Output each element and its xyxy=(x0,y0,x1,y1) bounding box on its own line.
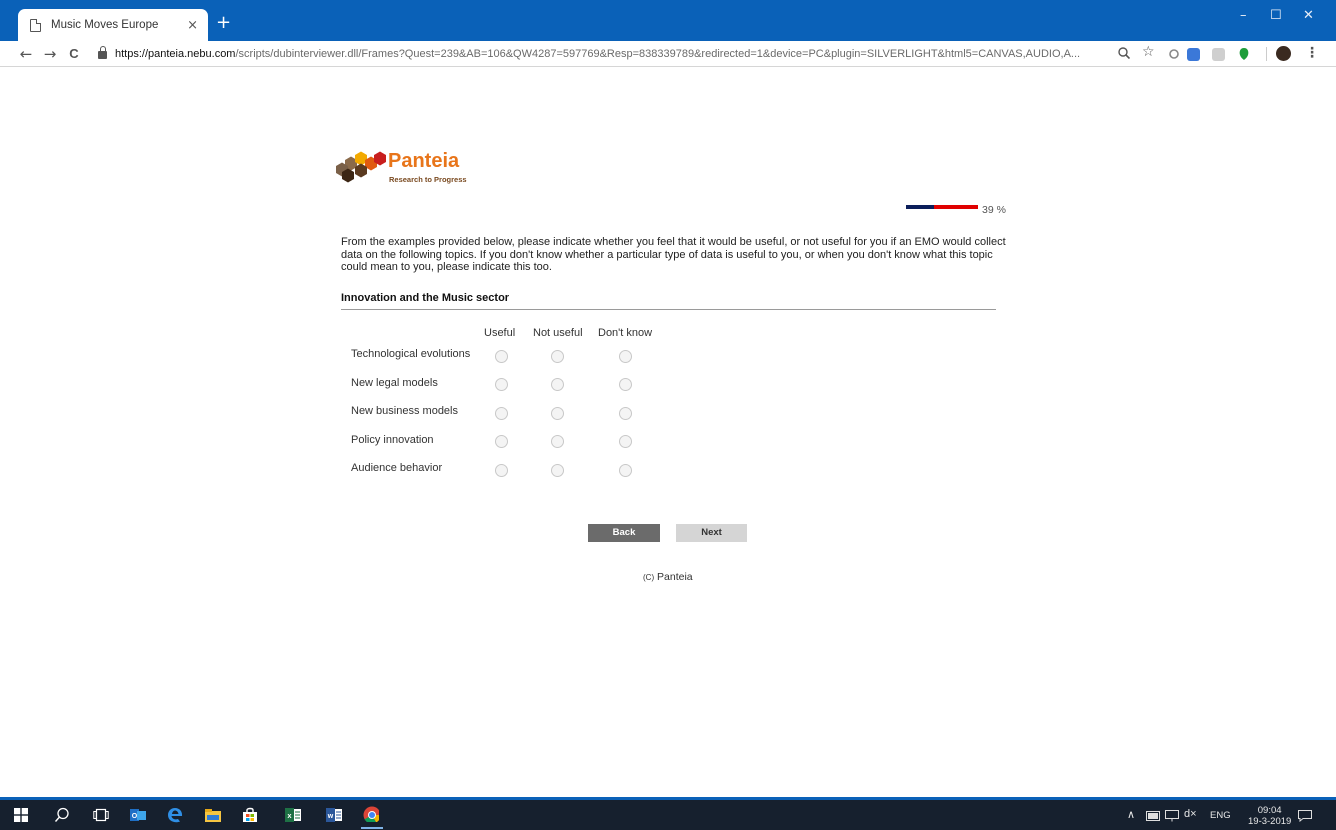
radio-policy-innovation-useful[interactable] xyxy=(495,435,508,448)
radio-audience-behavior-useful[interactable] xyxy=(495,464,508,477)
reload-icon[interactable]: C xyxy=(62,46,86,61)
clock-date: 19-3-2019 xyxy=(1248,816,1292,827)
windows-taskbar xyxy=(0,800,1336,830)
system-clock[interactable]: 09:04 19-3-2019 xyxy=(1248,805,1291,827)
back-button[interactable]: Back xyxy=(588,524,660,542)
tab-title: Music Moves Europe xyxy=(51,19,159,31)
excel-icon[interactable]: x xyxy=(285,807,301,823)
toolbar-separator xyxy=(1266,47,1267,61)
svg-text:w: w xyxy=(327,813,334,820)
row-label-policy-innovation: Policy innovation xyxy=(351,434,434,446)
browser-tab[interactable]: Music Moves Europe × xyxy=(18,9,208,41)
forward-nav-icon[interactable]: → xyxy=(38,45,62,63)
section-title: Innovation and the Music sector xyxy=(341,292,510,304)
url-path: /scripts/dubinterviewer.dll/Frames?Quest… xyxy=(235,47,1081,60)
evernote-icon[interactable] xyxy=(1238,47,1250,61)
new-tab-button[interactable]: + xyxy=(216,14,231,32)
radio-audience-behavior-dont-know[interactable] xyxy=(619,464,632,477)
copyright-footer: (C) Panteia xyxy=(643,571,693,583)
zoom-icon[interactable] xyxy=(1118,47,1130,59)
translate-icon[interactable] xyxy=(1187,48,1200,61)
radio-policy-innovation-dont-know[interactable] xyxy=(619,435,632,448)
radio-new-business-models-not-useful[interactable] xyxy=(551,407,564,420)
radio-technological-evolutions-useful[interactable] xyxy=(495,350,508,363)
row-label-technological-evolutions: Technological evolutions xyxy=(351,348,471,360)
radio-technological-evolutions-not-useful[interactable] xyxy=(551,350,564,363)
radio-new-business-models-dont-know[interactable] xyxy=(619,407,632,420)
page-viewport xyxy=(0,67,1336,798)
radio-new-business-models-useful[interactable] xyxy=(495,407,508,420)
avatar[interactable] xyxy=(1276,46,1291,61)
star-icon[interactable]: ☆ xyxy=(1142,44,1155,60)
lock-icon xyxy=(98,46,107,59)
progress-fill xyxy=(906,205,935,209)
browser-toolbar: ← → C https://panteia.nebu.com/scripts/d… xyxy=(0,41,1336,67)
volume-muted-icon[interactable]: d× xyxy=(1184,808,1197,820)
radio-technological-evolutions-dont-know[interactable] xyxy=(619,350,632,363)
radio-new-legal-models-not-useful[interactable] xyxy=(551,378,564,391)
back-nav-icon[interactable]: ← xyxy=(14,45,38,63)
progress-bar xyxy=(906,205,978,209)
network-icon[interactable] xyxy=(1146,811,1160,821)
display-icon[interactable] xyxy=(1165,810,1179,822)
url-host: https://panteia.nebu.com xyxy=(115,47,236,60)
tab-close-icon[interactable]: × xyxy=(187,18,198,33)
edge-icon[interactable] xyxy=(167,807,183,823)
radio-policy-innovation-not-useful[interactable] xyxy=(551,435,564,448)
copyright-prefix: (C) xyxy=(643,573,655,582)
language-indicator[interactable]: ENG xyxy=(1210,810,1231,821)
section-divider xyxy=(341,309,996,310)
close-window-button[interactable]: ✕ xyxy=(1303,8,1314,23)
logo-wordmark: Panteia xyxy=(388,150,460,172)
extension-icon[interactable] xyxy=(1169,49,1179,59)
column-header-not-useful: Not useful xyxy=(533,327,583,339)
chrome-icon[interactable] xyxy=(363,806,379,822)
question-text: From the examples provided below, please… xyxy=(341,236,1006,273)
row-label-new-legal-models: New legal models xyxy=(351,377,438,389)
copyright-text: Panteia xyxy=(657,571,693,583)
notifications-icon[interactable] xyxy=(1298,810,1312,822)
tray-chevron-icon[interactable]: ∧ xyxy=(1127,808,1135,821)
word-icon[interactable]: w xyxy=(326,807,342,823)
clock-time: 09:04 xyxy=(1257,805,1282,816)
svg-text:O: O xyxy=(132,813,138,820)
logo-tagline: Research to Progress xyxy=(389,175,467,184)
progress-label: 39 % xyxy=(982,204,1006,216)
windows-start-icon[interactable] xyxy=(14,808,30,824)
pdf-icon[interactable] xyxy=(1212,48,1225,61)
maximize-button[interactable]: ☐ xyxy=(1270,8,1282,23)
radio-new-legal-models-useful[interactable] xyxy=(495,378,508,391)
task-view-icon[interactable] xyxy=(93,807,109,823)
outlook-icon[interactable]: O xyxy=(130,807,146,823)
row-label-audience-behavior: Audience behavior xyxy=(351,462,443,474)
search-icon[interactable] xyxy=(54,807,70,823)
row-label-new-business-models: New business models xyxy=(351,405,458,417)
radio-new-legal-models-dont-know[interactable] xyxy=(619,378,632,391)
file-explorer-icon[interactable] xyxy=(205,807,221,823)
store-icon[interactable] xyxy=(242,807,258,823)
active-app-indicator xyxy=(361,827,383,829)
page-icon xyxy=(30,18,41,32)
menu-icon[interactable]: ⋮ xyxy=(1305,45,1319,61)
column-header-useful: Useful xyxy=(484,327,516,339)
radio-audience-behavior-not-useful[interactable] xyxy=(551,464,564,477)
next-button[interactable]: Next xyxy=(676,524,747,542)
column-header-dont-know: Don't know xyxy=(598,327,653,339)
address-bar[interactable]: https://panteia.nebu.com/scripts/dubinte… xyxy=(115,48,1085,60)
minimize-button[interactable]: – xyxy=(1240,8,1247,23)
